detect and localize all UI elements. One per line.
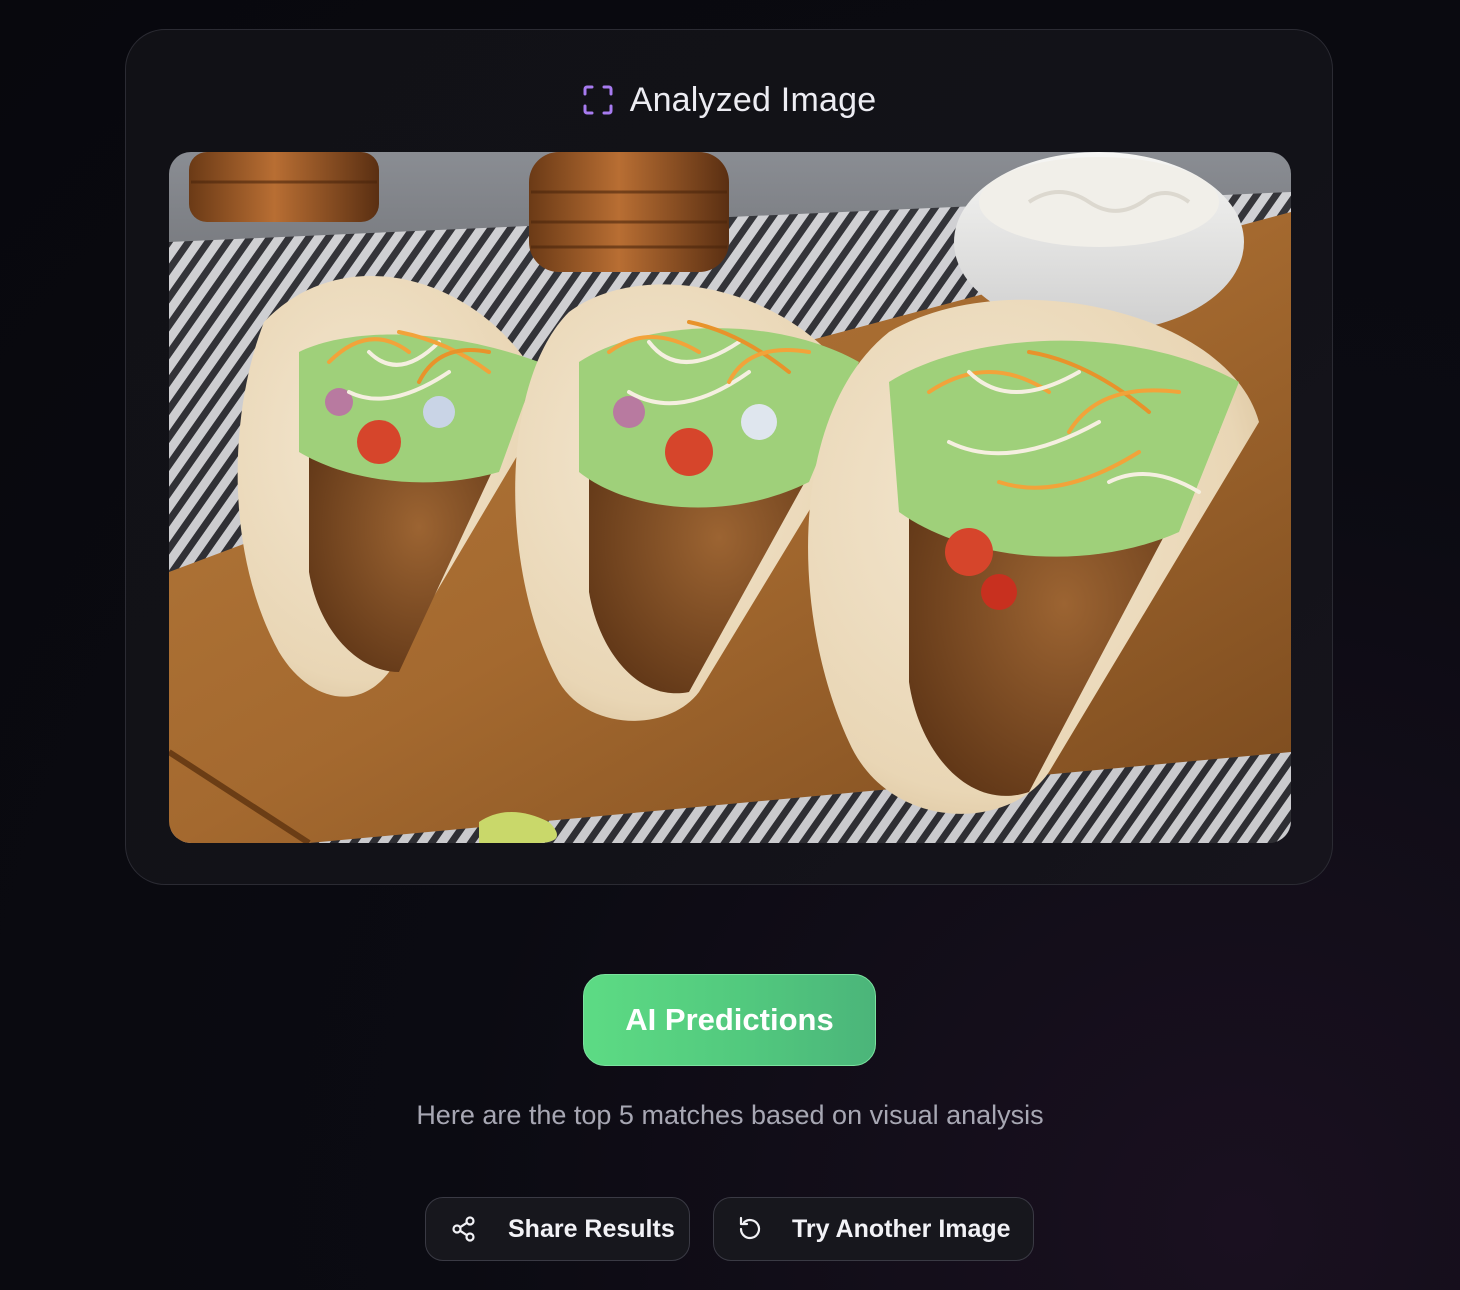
share-icon xyxy=(450,1215,478,1243)
card-title: Analyzed Image xyxy=(629,80,877,119)
analyzed-photo xyxy=(169,152,1291,843)
try-another-image-button[interactable]: Try Another Image xyxy=(713,1197,1034,1261)
ai-predictions-button[interactable]: AI Predictions xyxy=(583,974,876,1066)
card-header: Analyzed Image xyxy=(126,80,1332,120)
analyzed-image-card: Analyzed Image xyxy=(125,29,1333,885)
refresh-icon xyxy=(736,1215,764,1243)
try-another-image-label: Try Another Image xyxy=(792,1214,1011,1243)
predictions-subtitle: Here are the top 5 matches based on visu… xyxy=(416,1100,1044,1130)
share-results-label: Share Results xyxy=(508,1214,675,1243)
share-results-button[interactable]: Share Results xyxy=(425,1197,690,1261)
scan-frame-icon xyxy=(582,84,614,116)
